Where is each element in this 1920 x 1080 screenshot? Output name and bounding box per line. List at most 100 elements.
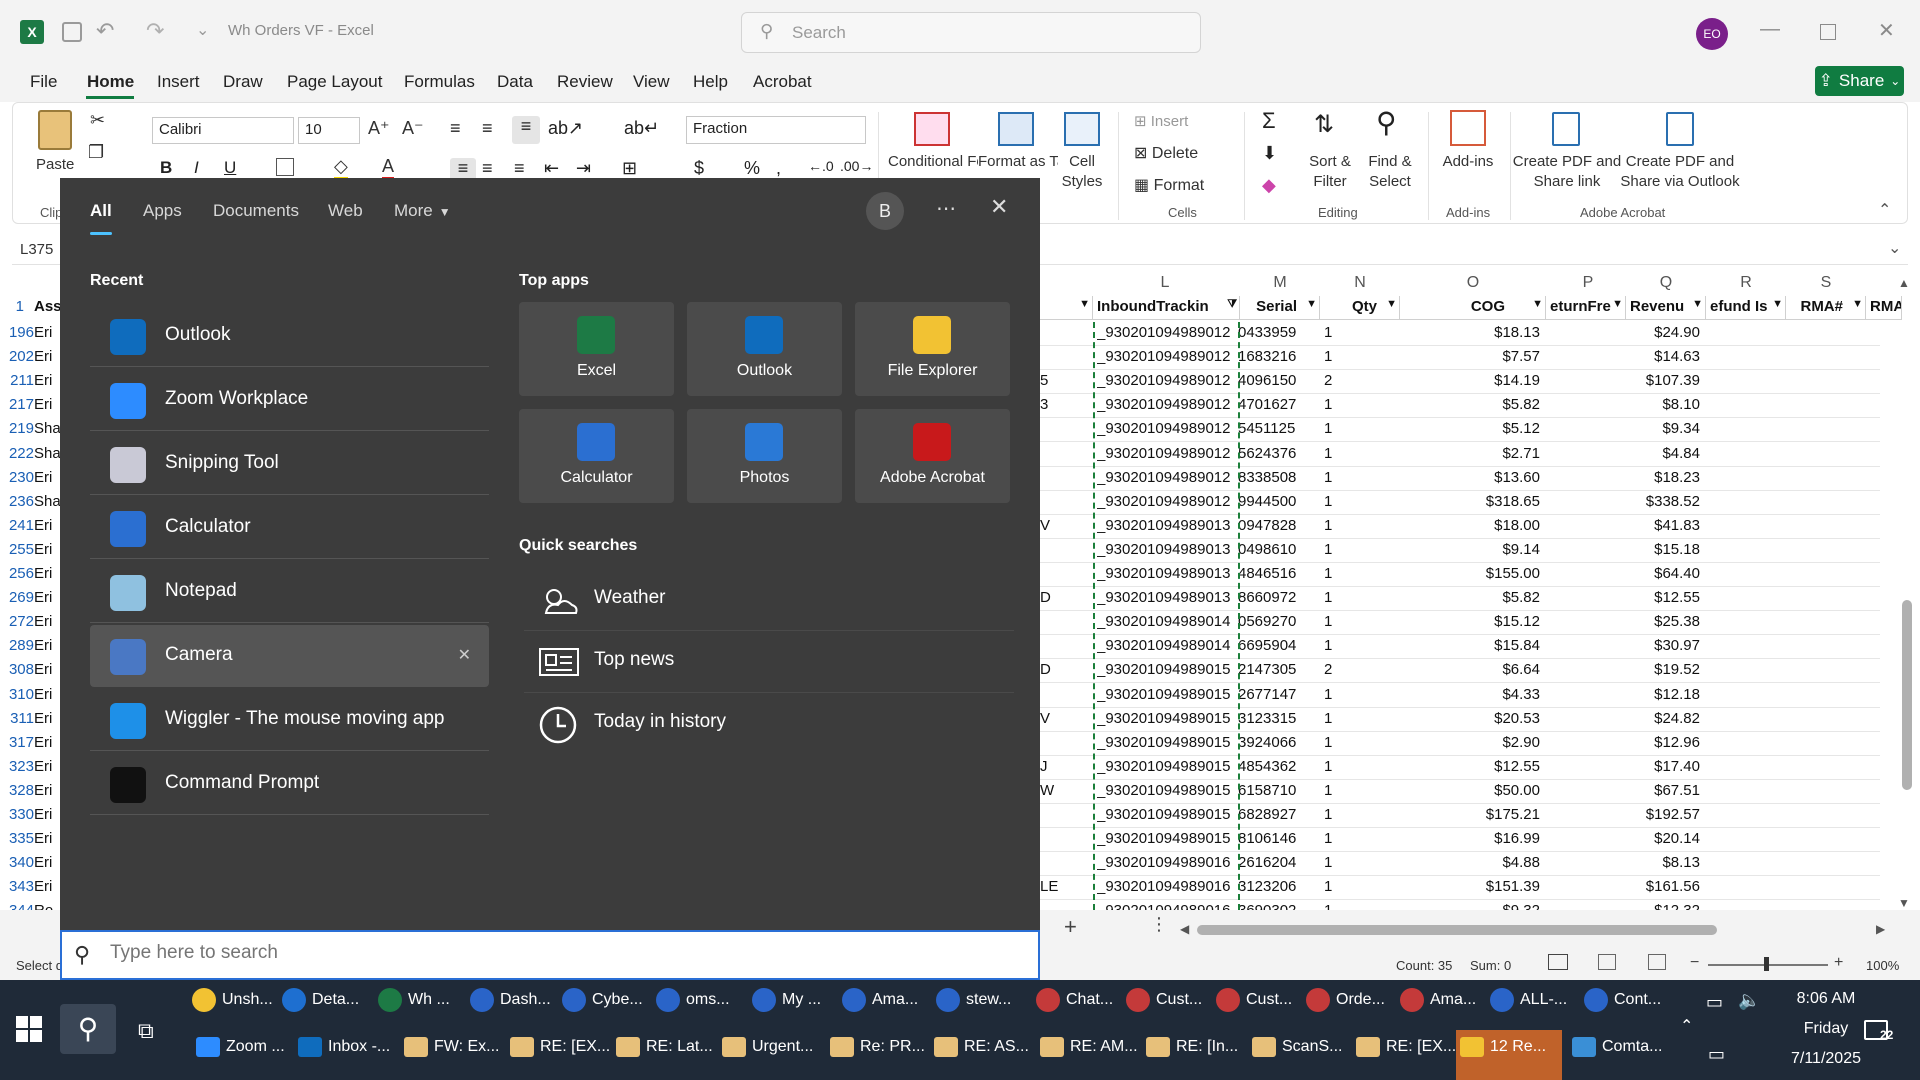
taskbar-search-box[interactable]: ⚲ <box>60 930 1040 980</box>
sort-filter-icon[interactable]: ⇅ <box>1314 110 1334 139</box>
row-number[interactable]: 256 <box>0 565 36 582</box>
cell-revenue[interactable]: $19.52 <box>1626 661 1700 678</box>
cell-cog[interactable]: $5.82 <box>1400 396 1540 413</box>
column-header-m[interactable]: M <box>1270 274 1290 292</box>
row-number[interactable]: 335 <box>0 830 36 847</box>
show-hidden-icons[interactable]: ⌃ <box>1680 1016 1693 1036</box>
wrap-text-icon[interactable]: ab↵ <box>624 118 659 139</box>
filter-dropdown-icon[interactable]: ▼ <box>1612 298 1623 310</box>
cell-qty[interactable]: 1 <box>1324 782 1354 799</box>
taskbar-app-button[interactable]: Ama... <box>842 988 918 1030</box>
cell-cog[interactable]: $20.53 <box>1400 710 1540 727</box>
column-header-n[interactable]: N <box>1350 274 1370 292</box>
cell-serial[interactable]: 0433959 <box>1238 324 1322 341</box>
recent-item[interactable]: Snipping Tool <box>90 433 489 495</box>
recent-item[interactable]: Zoom Workplace <box>90 369 489 431</box>
cell-qty[interactable]: 1 <box>1324 541 1354 558</box>
taskbar-window-button[interactable]: ScanS... <box>1252 1037 1342 1075</box>
tab-web[interactable]: Web <box>328 201 363 221</box>
taskbar-window-button[interactable]: Urgent... <box>722 1037 813 1075</box>
cell-cog[interactable]: $151.39 <box>1400 878 1540 895</box>
taskbar-app-button[interactable]: Wh ... <box>378 988 450 1030</box>
cell-serial[interactable]: 5624376 <box>1238 445 1322 462</box>
create-pdf-share-icon[interactable] <box>1552 112 1580 146</box>
cell-qty[interactable]: 1 <box>1324 589 1354 606</box>
header-cell-rma-2[interactable]: RMA <box>1866 296 1902 320</box>
row-number[interactable]: 269 <box>0 589 36 606</box>
cell-revenue[interactable]: $14.63 <box>1626 348 1700 365</box>
row-number[interactable]: 310 <box>0 686 36 703</box>
filter-dropdown-icon[interactable]: ▼ <box>1852 298 1863 310</box>
taskbar-app-button[interactable]: Deta... <box>282 988 359 1030</box>
cell-qty[interactable]: 1 <box>1324 710 1354 727</box>
cell-revenue[interactable]: $9.34 <box>1626 420 1700 437</box>
taskbar-app-button[interactable]: Orde... <box>1306 988 1385 1030</box>
cell-serial[interactable]: 9944500 <box>1238 493 1322 510</box>
cell-cog[interactable]: $2.71 <box>1400 445 1540 462</box>
cell-cog[interactable]: $12.55 <box>1400 758 1540 775</box>
cell-qty[interactable]: 1 <box>1324 758 1354 775</box>
taskbar-window-button[interactable]: Comta... <box>1572 1037 1662 1075</box>
create-pdf-share-label[interactable]: Create PDF and Share link <box>1512 152 1622 192</box>
taskbar-app-button[interactable]: Cust... <box>1126 988 1202 1030</box>
zoom-slider-thumb[interactable] <box>1764 957 1769 971</box>
fill-icon[interactable]: ⬇ <box>1262 143 1277 164</box>
tab-file[interactable]: File <box>30 72 57 92</box>
quick-search-today-in-history[interactable]: Today in history <box>524 693 1014 755</box>
cell-cog[interactable]: $5.12 <box>1400 420 1540 437</box>
add-sheet-icon[interactable]: + <box>1064 914 1077 940</box>
search-input[interactable] <box>110 942 1010 964</box>
maximize-icon[interactable] <box>1820 24 1836 40</box>
cell-revenue[interactable]: $8.13 <box>1626 854 1700 871</box>
recent-item[interactable]: Outlook <box>90 305 489 367</box>
cell-serial[interactable]: 0498610 <box>1238 541 1322 558</box>
customize-qat-icon[interactable]: ⌄ <box>196 20 209 40</box>
row-number[interactable]: 272 <box>0 613 36 630</box>
align-middle-icon[interactable]: ≡ <box>482 118 493 139</box>
cell-cog[interactable]: $15.84 <box>1400 637 1540 654</box>
tab-review[interactable]: Review <box>557 72 613 92</box>
cell-qty[interactable]: 1 <box>1324 734 1354 751</box>
row-number[interactable]: 219 <box>0 420 36 437</box>
cell-serial[interactable]: 6158710 <box>1238 782 1322 799</box>
cell-serial[interactable]: 4096150 <box>1238 372 1322 389</box>
cell-qty[interactable]: 1 <box>1324 830 1354 847</box>
cell-k[interactable]: 3 <box>1040 396 1090 413</box>
scroll-up-icon[interactable]: ▲ <box>1898 276 1910 290</box>
currency-icon[interactable]: $ <box>694 158 704 179</box>
cell-serial[interactable]: 8338508 <box>1238 469 1322 486</box>
header-cell-rma[interactable]: RMA# ▼ <box>1786 296 1866 320</box>
orientation-icon[interactable]: ab↗ <box>548 118 583 139</box>
cell-revenue[interactable]: $107.39 <box>1626 372 1700 389</box>
recent-item[interactable]: Calculator <box>90 497 489 559</box>
scroll-right-icon[interactable]: ▶ <box>1876 922 1885 936</box>
cell-cog[interactable]: $7.57 <box>1400 348 1540 365</box>
cell-serial[interactable]: 4701627 <box>1238 396 1322 413</box>
cell-cog[interactable]: $6.64 <box>1400 661 1540 678</box>
header-cell-inbound-tracking[interactable]: InboundTrackin ⧩ <box>1093 296 1240 320</box>
taskbar-window-button[interactable]: Zoom ... <box>196 1037 285 1075</box>
tab-view[interactable]: View <box>633 72 670 92</box>
minimize-icon[interactable]: — <box>1760 18 1780 41</box>
row-number[interactable]: 241 <box>0 517 36 534</box>
percent-icon[interactable]: % <box>744 158 760 179</box>
filter-applied-icon[interactable]: ⧩ <box>1227 298 1237 311</box>
row-number[interactable]: 289 <box>0 637 36 654</box>
cell-cog[interactable]: $2.90 <box>1400 734 1540 751</box>
column-header-r[interactable]: R <box>1736 274 1756 292</box>
close-window-icon[interactable]: ✕ <box>1878 18 1895 43</box>
cell-revenue[interactable]: $17.40 <box>1626 758 1700 775</box>
cell-qty[interactable]: 1 <box>1324 637 1354 654</box>
header-cell-return-freight[interactable]: eturnFre ▼ <box>1546 296 1626 320</box>
taskbar-app-button[interactable]: Chat... <box>1036 988 1113 1030</box>
taskbar-window-button[interactable]: RE: AM... <box>1040 1037 1138 1075</box>
cell-cog[interactable]: $18.13 <box>1400 324 1540 341</box>
cell-revenue[interactable]: $338.52 <box>1626 493 1700 510</box>
cell-k[interactable]: V <box>1040 710 1090 727</box>
header-cell-revenue[interactable]: Revenu ▼ <box>1626 296 1706 320</box>
cell-cog[interactable]: $50.00 <box>1400 782 1540 799</box>
row-number[interactable]: 202 <box>0 348 36 365</box>
taskbar-app-button[interactable]: Dash... <box>470 988 551 1030</box>
recent-item[interactable]: Wiggler - The mouse moving app <box>90 689 489 751</box>
underline-icon[interactable]: U <box>224 158 236 178</box>
